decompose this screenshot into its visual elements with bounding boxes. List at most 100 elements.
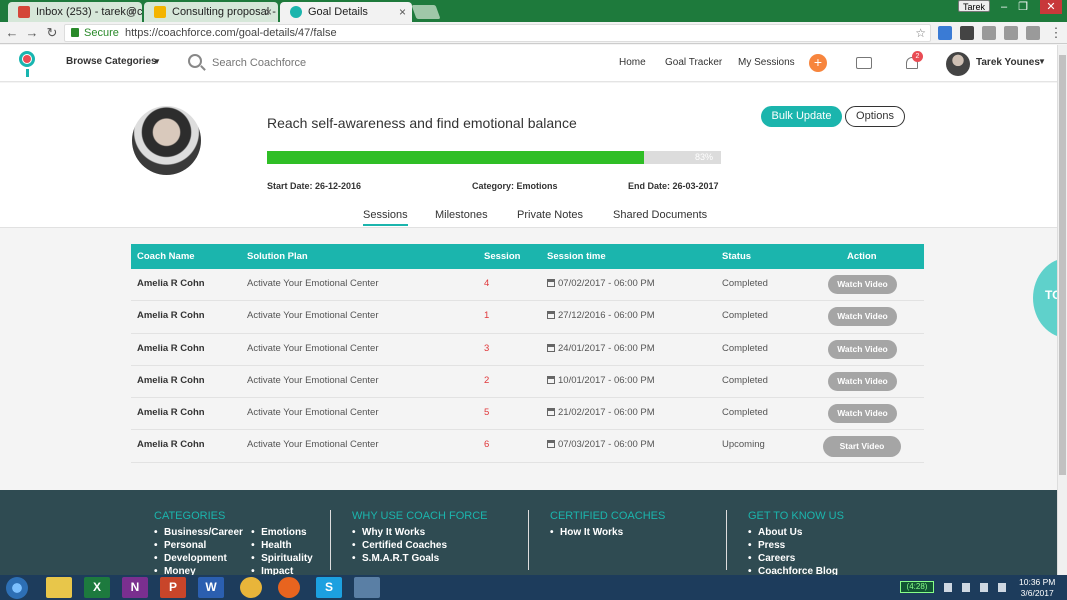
powerpoint-icon[interactable]: P [160,577,186,598]
search-icon[interactable] [188,54,202,68]
close-icon[interactable]: × [399,2,406,22]
volume-icon[interactable] [998,583,1006,592]
footer-link[interactable]: Spirituality [251,552,313,565]
excel-icon[interactable]: X [84,577,110,598]
tab-inbox[interactable]: Inbox (253) - tarek@coa × [8,2,142,22]
footer-link[interactable]: Business/Career [154,526,248,539]
gmail-icon [18,6,30,18]
tab-shared-documents[interactable]: Shared Documents [613,209,707,224]
close-window-icon[interactable]: ✕ [1040,0,1062,14]
options-button[interactable]: Options [845,106,905,127]
coach-name[interactable]: Amelia R Cohn [137,407,205,418]
close-icon[interactable]: × [129,2,136,22]
tab-private-notes[interactable]: Private Notes [517,209,583,224]
clock-time: 10:36 PM [1019,577,1056,587]
footer-why-use: WHY USE COACH FORCE Why It Works Certifi… [352,510,487,565]
signal-icon[interactable] [980,583,988,592]
nav-goal-tracker[interactable]: Goal Tracker [665,57,722,68]
watch-video-button[interactable]: Watch Video [828,371,897,391]
extension-icon[interactable] [960,26,974,40]
close-icon[interactable]: × [265,2,272,22]
footer-link[interactable]: S.M.A.R.T Goals [352,552,487,565]
goal-title: Reach self-awareness and find emotional … [267,115,577,131]
extension-icon[interactable] [1026,26,1040,40]
sessions-table: Coach Name Solution Plan Session Session… [131,244,924,463]
user-menu-name[interactable]: Tarek Younes [976,57,1040,68]
minimize-icon[interactable]: – [996,0,1012,14]
battery-indicator[interactable]: (4:28) [900,581,934,593]
new-tab-button[interactable] [411,5,441,19]
page-scrollbar[interactable] [1057,45,1067,575]
scroll-thumb[interactable] [1059,55,1066,475]
column-header-coach: Coach Name [137,251,195,262]
url-field[interactable]: Secure https://coachforce.com/goal-detai… [64,24,931,42]
bulk-update-button[interactable]: Bulk Update [761,106,842,127]
column-header-session: Session [484,251,521,262]
coach-name[interactable]: Amelia R Cohn [137,278,205,289]
watch-video-button[interactable]: Watch Video [828,307,897,327]
menu-kebab-icon[interactable]: ⋮ [1048,25,1064,41]
footer-link[interactable]: Careers [748,552,844,565]
extension-icon[interactable] [1004,26,1018,40]
watch-video-button[interactable]: Watch Video [828,339,897,359]
footer-link[interactable]: Certified Coaches [352,539,487,552]
coach-name[interactable]: Amelia R Cohn [137,343,205,354]
lock-icon [71,28,79,37]
coach-name[interactable]: Amelia R Cohn [137,439,205,450]
footer-link[interactable]: Press [748,539,844,552]
footer-link[interactable]: How It Works [550,526,665,539]
footer-link[interactable]: Development [154,552,248,565]
start-menu-icon[interactable] [6,577,28,599]
file-explorer-icon[interactable] [46,577,72,598]
system-clock[interactable]: 10:36 PM 3/6/2017 [1019,577,1055,599]
footer-link[interactable]: Health [251,539,313,552]
maximize-icon[interactable]: ❐ [1015,0,1031,14]
session-time: 27/12/2016 - 06:00 PM [547,310,655,321]
onenote-icon[interactable]: N [122,577,148,598]
footer-link[interactable]: Why It Works [352,526,487,539]
session-status: Completed [722,374,768,386]
tab-goal-details[interactable]: Goal Details × [280,2,412,22]
table-row: Amelia R Cohn Activate Your Emotional Cen… [131,398,924,431]
chrome-icon[interactable] [240,577,262,598]
start-video-button[interactable]: Start Video [823,436,901,458]
avatar[interactable] [946,52,970,76]
session-time: 21/02/2017 - 06:00 PM [547,407,655,418]
chevron-down-icon[interactable]: ▼ [153,57,161,66]
tab-consulting-proposal[interactable]: Consulting proposal - Go × [144,2,278,22]
coach-name[interactable]: Amelia R Cohn [137,375,205,386]
tab-milestones[interactable]: Milestones [435,209,488,224]
extension-icon[interactable] [938,26,952,40]
extension-icon[interactable] [982,26,996,40]
chrome-active-icon[interactable] [354,577,380,598]
session-number: 1 [484,310,490,322]
back-icon[interactable]: ← [4,25,20,41]
goal-summary-card: Reach self-awareness and find emotional … [0,83,1057,228]
chat-icon[interactable] [856,57,872,69]
nav-home[interactable]: Home [619,57,646,68]
watch-video-button[interactable]: Watch Video [828,404,897,424]
footer-link[interactable]: Emotions [251,526,313,539]
forward-icon[interactable]: → [24,25,40,41]
tab-sessions[interactable]: Sessions [363,209,408,226]
watch-video-button[interactable]: Watch Video [828,275,897,294]
calendar-icon [547,279,555,287]
skype-icon[interactable]: S [316,577,342,598]
chevron-down-icon[interactable]: ▼ [1038,57,1046,66]
search-input[interactable] [212,54,412,72]
browse-categories-button[interactable]: Browse Categories [66,56,157,67]
firefox-icon[interactable] [278,577,300,598]
word-icon[interactable]: W [198,577,224,598]
bookmark-star-icon[interactable]: ☆ [915,25,926,41]
coach-name[interactable]: Amelia R Cohn [137,310,205,321]
add-icon[interactable]: + [809,54,827,72]
footer-link[interactable]: Personal [154,539,248,552]
tray-arrow-icon[interactable] [944,583,952,592]
solution-plan: Activate Your Emotional Center [247,278,379,289]
footer-link[interactable]: About Us [748,526,844,539]
nav-my-sessions[interactable]: My Sessions [738,57,795,68]
footer-list: Business/Career Personal Development Mon… [154,526,248,578]
battery-icon[interactable] [962,583,970,592]
reload-icon[interactable]: ↻ [44,25,60,41]
window-user-badge[interactable]: Tarek [958,0,991,12]
